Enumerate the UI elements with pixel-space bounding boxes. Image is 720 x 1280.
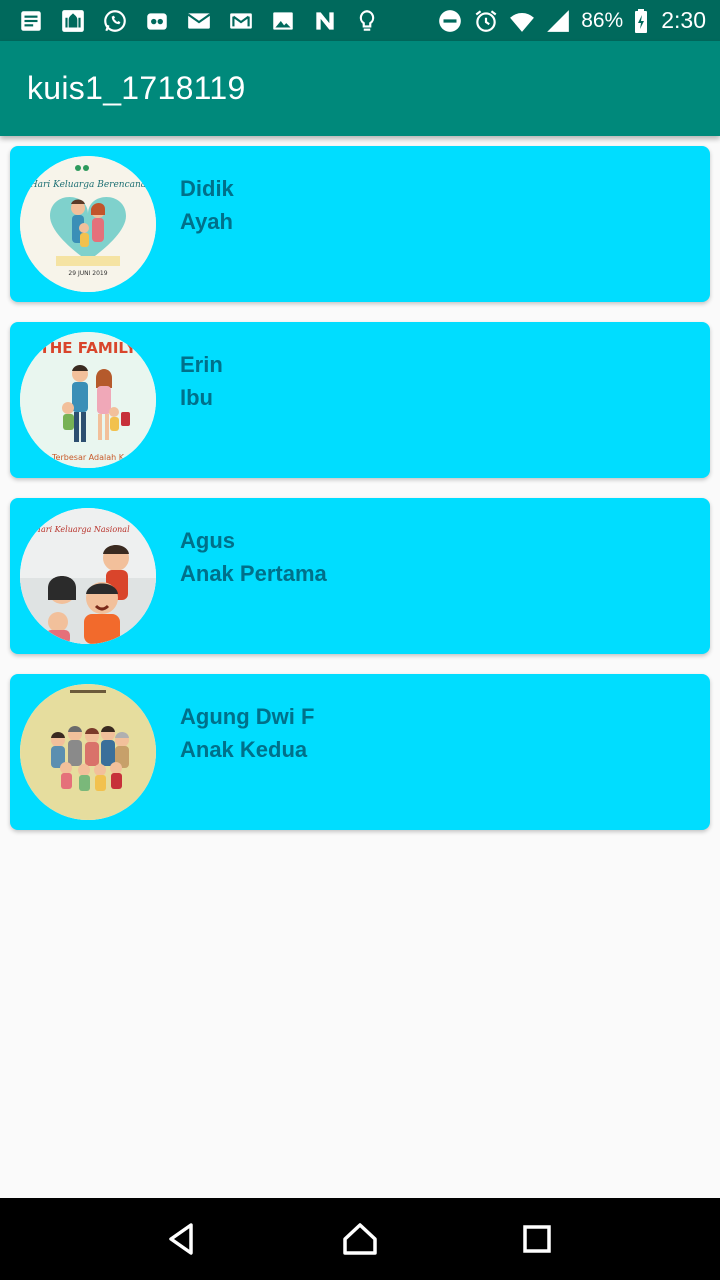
- member-info: Agung Dwi F Anak Kedua: [180, 700, 314, 766]
- signal-icon: [545, 8, 571, 34]
- wifi-icon: [509, 8, 535, 34]
- recents-icon: [522, 1225, 551, 1253]
- home-icon: [343, 1223, 377, 1255]
- avatar-national-family-day-poster: Hari Keluarga Nasional: [20, 508, 156, 644]
- member-name: Agus: [180, 528, 235, 553]
- notification-icons: [18, 8, 380, 34]
- photos-icon: [270, 8, 296, 34]
- system-icons: 86% 2:30: [437, 7, 706, 34]
- back-button[interactable]: [161, 1217, 205, 1261]
- poster-title: THE FAMILY: [40, 339, 138, 357]
- member-role: Anak Kedua: [180, 737, 308, 762]
- avatar-the-family-poster: THE FAMILY Terbesar Adalah K: [20, 332, 156, 468]
- clock: 2:30: [661, 7, 706, 33]
- poster-title: Hari Keluarga Nasional: [33, 525, 130, 534]
- mosque-app-icon: [60, 8, 86, 34]
- notes-icon: [18, 8, 44, 34]
- app-bar: kuis1_1718119: [0, 41, 720, 136]
- battery-icon: [633, 8, 649, 34]
- status-bar: 86% 2:30: [0, 0, 720, 41]
- member-name: Agung Dwi F: [180, 704, 315, 729]
- list-item-didik[interactable]: Hari Keluarga Berencana 29 JUNI 2019 Did…: [10, 146, 710, 302]
- alarm-icon: [473, 8, 499, 34]
- avatar-family-day-poster: Hari Keluarga Berencana 29 JUNI 2019: [20, 156, 156, 292]
- app-title: kuis1_1718119: [27, 70, 246, 106]
- list-item-agus[interactable]: Hari Keluarga Nasional Agus Anak Pertama: [10, 498, 710, 654]
- gmail-icon: [228, 8, 254, 34]
- battery-percent: 86%: [581, 8, 624, 32]
- news-icon: [312, 8, 338, 34]
- whatsapp-icon: [102, 8, 128, 34]
- member-role: Anak Pertama: [180, 561, 327, 586]
- recents-button[interactable]: [515, 1217, 559, 1261]
- mail-icon: [186, 8, 212, 34]
- member-name: Erin: [180, 352, 223, 377]
- back-icon: [169, 1223, 194, 1255]
- poster-date: 29 JUNI 2019: [68, 270, 107, 277]
- member-info: Didik Ayah: [180, 172, 234, 238]
- member-info: Erin Ibu: [180, 348, 223, 414]
- tripadvisor-icon: [144, 8, 170, 34]
- poster-subtitle: Terbesar Adalah K: [51, 453, 125, 462]
- bulb-icon: [354, 8, 380, 34]
- avatar-family-group-illustration: [20, 684, 156, 820]
- list-item-agung[interactable]: Agung Dwi F Anak Kedua: [10, 674, 710, 830]
- home-button[interactable]: [338, 1217, 382, 1261]
- do-not-disturb-icon: [437, 8, 463, 34]
- list-item-erin[interactable]: THE FAMILY Terbesar Adalah K Erin Ibu: [10, 322, 710, 478]
- family-list: Hari Keluarga Berencana 29 JUNI 2019 Did…: [10, 146, 710, 850]
- navigation-bar: [0, 1198, 720, 1280]
- member-info: Agus Anak Pertama: [180, 524, 327, 590]
- member-role: Ayah: [180, 209, 233, 234]
- poster-title: Hari Keluarga Berencana: [29, 180, 146, 190]
- member-role: Ibu: [180, 385, 213, 410]
- member-name: Didik: [180, 176, 234, 201]
